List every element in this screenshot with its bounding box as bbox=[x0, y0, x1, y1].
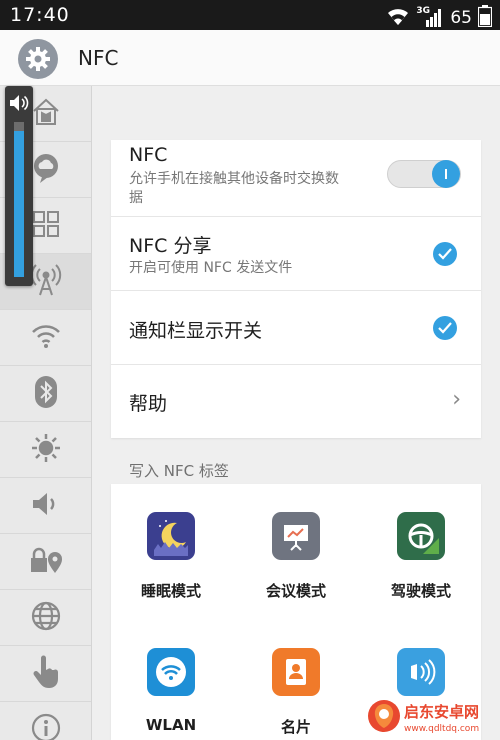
meeting-board-icon bbox=[272, 512, 320, 560]
cell-signal-icon: 3G bbox=[416, 6, 444, 28]
sidebar-item-about[interactable] bbox=[0, 702, 91, 740]
check-icon bbox=[438, 322, 452, 334]
tile-label: 驾驶模式 bbox=[390, 582, 451, 600]
svg-text:www.qdltdq.com: www.qdltdq.com bbox=[404, 724, 479, 734]
nfc-share-subtitle: 开启可使用 NFC 发送文件 bbox=[129, 260, 293, 276]
nfc-title: NFC bbox=[129, 144, 168, 166]
cloud-chat-icon bbox=[30, 152, 62, 188]
nfc-toggle-knob bbox=[432, 160, 460, 188]
nfc-row[interactable]: NFC 允许手机在接触其他设备时交换数 据 bbox=[111, 140, 481, 217]
hand-pointer-icon bbox=[31, 655, 61, 693]
speaker-icon bbox=[30, 490, 62, 522]
tile-meeting-mode[interactable]: 会议模式 bbox=[236, 512, 356, 601]
svg-text:启东安卓网: 启东安卓网 bbox=[404, 703, 479, 721]
wifi-status-icon bbox=[386, 6, 410, 30]
notification-toggle-checkbox[interactable] bbox=[433, 316, 457, 340]
sidebar-item-language[interactable] bbox=[0, 590, 91, 646]
moon-sleep-icon bbox=[147, 512, 195, 560]
nfc-toggle[interactable] bbox=[387, 160, 461, 188]
bluetooth-icon bbox=[34, 375, 58, 413]
app-bar: NFC bbox=[0, 30, 500, 86]
help-row[interactable]: 帮助 › bbox=[111, 365, 481, 438]
settings-gear-icon[interactable] bbox=[18, 39, 58, 79]
nfc-share-row[interactable]: NFC 分享 开启可使用 NFC 发送文件 bbox=[111, 217, 481, 291]
nfc-tag-section-label: 写入 NFC 标签 bbox=[129, 462, 229, 480]
nfc-signal-icon bbox=[29, 263, 63, 301]
check-icon bbox=[438, 248, 452, 260]
sidebar-item-brightness[interactable] bbox=[0, 422, 91, 478]
sidebar-item-security[interactable] bbox=[0, 534, 91, 590]
tile-wlan[interactable]: WLAN bbox=[111, 648, 231, 734]
help-title: 帮助 bbox=[129, 393, 168, 415]
volume-slider-fill bbox=[14, 131, 24, 277]
sidebar-item-bluetooth[interactable] bbox=[0, 366, 91, 422]
info-icon bbox=[31, 713, 61, 740]
battery-level: 65 bbox=[450, 8, 472, 28]
nfc-tag-icon bbox=[397, 648, 445, 696]
grid-icon bbox=[32, 210, 60, 242]
nfc-settings-card: NFC 允许手机在接触其他设备时交换数 据 NFC 分享 开启可使用 NFC 发… bbox=[111, 140, 481, 438]
nfc-share-checkbox[interactable] bbox=[433, 242, 457, 266]
notification-toggle-row[interactable]: 通知栏显示开关 bbox=[111, 291, 481, 365]
lock-location-icon bbox=[29, 545, 63, 579]
brightness-icon bbox=[30, 432, 62, 468]
battery-icon bbox=[477, 5, 493, 31]
globe-icon bbox=[31, 601, 61, 635]
status-time: 17:40 bbox=[10, 4, 70, 26]
notification-toggle-title: 通知栏显示开关 bbox=[129, 320, 263, 342]
sidebar-item-gesture[interactable] bbox=[0, 646, 91, 702]
status-bar: 17:40 3G 65 bbox=[0, 0, 500, 30]
tile-label: WLAN bbox=[145, 716, 197, 734]
tile-driving-mode[interactable]: 驾驶模式 bbox=[361, 512, 481, 601]
status-icons: 3G 65 bbox=[386, 5, 493, 31]
sidebar-item-sound[interactable] bbox=[0, 478, 91, 534]
home-shirt-icon bbox=[30, 96, 62, 132]
nfc-share-title: NFC 分享 bbox=[129, 235, 212, 257]
chevron-right-icon: › bbox=[452, 387, 461, 412]
wlan-icon bbox=[147, 648, 195, 696]
tile-label: 会议模式 bbox=[265, 582, 326, 600]
steering-wheel-icon bbox=[397, 512, 445, 560]
nfc-subtitle-line2: 据 bbox=[129, 190, 143, 206]
sidebar-item-wifi[interactable] bbox=[0, 310, 91, 366]
tile-business-card[interactable]: 名片 bbox=[236, 648, 356, 737]
nfc-settings-content: NFC 允许手机在接触其他设备时交换数 据 NFC 分享 开启可使用 NFC 发… bbox=[92, 86, 500, 740]
wifi-icon bbox=[30, 322, 62, 354]
tile-sleep-mode[interactable]: 睡眠模式 bbox=[111, 512, 231, 601]
tile-label: 睡眠模式 bbox=[140, 582, 201, 600]
contact-card-icon bbox=[272, 648, 320, 696]
watermark-logo: 启东安卓网 www.qdltdq.com bbox=[366, 696, 494, 736]
page-title: NFC bbox=[78, 46, 119, 70]
tile-label: 名片 bbox=[280, 718, 311, 736]
volume-overlay[interactable] bbox=[5, 86, 33, 286]
nfc-subtitle-line1: 允许手机在接触其他设备时交换数 bbox=[129, 171, 339, 187]
volume-icon bbox=[9, 94, 29, 116]
volume-slider-track[interactable] bbox=[14, 122, 24, 277]
